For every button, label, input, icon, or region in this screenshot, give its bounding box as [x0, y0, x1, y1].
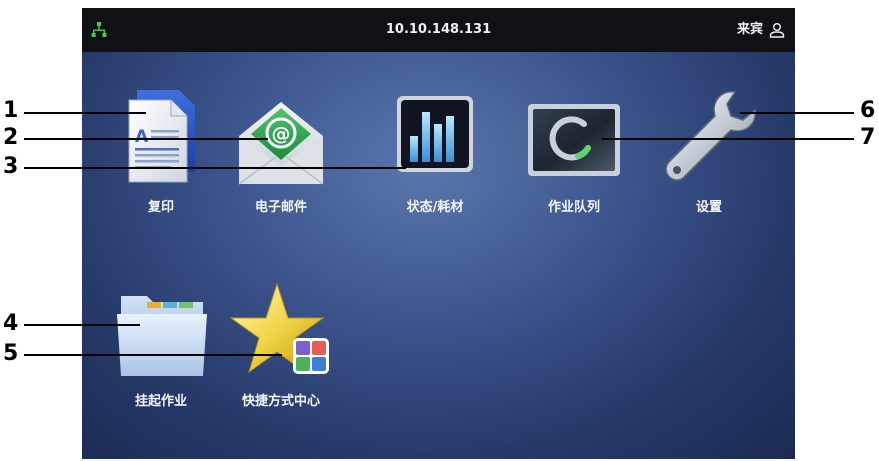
callout-leader-6	[740, 112, 854, 114]
app-label-shortcut-center: 快捷方式中心	[241, 394, 320, 409]
callout-number-4: 4	[3, 311, 19, 336]
callout-number-3: 3	[3, 154, 19, 179]
user-label: 来宾	[736, 22, 763, 37]
app-label-job-queue: 作业队列	[547, 200, 600, 215]
callout-number-7: 7	[860, 125, 876, 150]
held-jobs-folder-icon	[117, 296, 207, 376]
callout-leader-2	[24, 138, 268, 140]
printer-control-panel: 10.10.148.131 来宾 A 复印 @ 电子邮件 状态/耗材 作业队列 …	[82, 8, 795, 459]
copy-icon: A	[128, 90, 195, 183]
callout-leader-4	[24, 324, 140, 326]
annotated-screenshot: 10.10.148.131 来宾 A 复印 @ 电子邮件 状态/耗材 作业队列 …	[0, 0, 879, 461]
callout-number-5: 5	[3, 341, 19, 366]
callout-number-6: 6	[860, 98, 876, 123]
app-label-settings: 设置	[695, 200, 722, 215]
app-tile-shortcut-center[interactable]: 快捷方式中心	[221, 280, 341, 409]
app-label-copy: 复印	[147, 200, 174, 215]
email-icon: @	[238, 102, 324, 185]
user-icon[interactable]	[769, 22, 785, 38]
app-tile-email[interactable]: @ 电子邮件	[221, 86, 341, 215]
callout-leader-7	[602, 138, 854, 140]
svg-text:@: @	[272, 123, 291, 145]
app-tile-job-queue[interactable]: 作业队列	[514, 86, 634, 215]
callout-leader-3	[24, 167, 406, 169]
app-tile-held-jobs[interactable]: 挂起作业	[101, 280, 221, 409]
app-label-status-supplies: 状态/耗材	[406, 200, 464, 215]
svg-text:A: A	[135, 127, 149, 147]
app-label-email: 电子邮件	[254, 200, 307, 215]
app-tile-status-supplies[interactable]: 状态/耗材	[375, 86, 495, 215]
status-supplies-icon	[397, 96, 473, 172]
status-bar: 10.10.148.131 来宾	[82, 8, 795, 52]
sign-in-area[interactable]: 来宾	[737, 8, 785, 52]
app-tile-copy[interactable]: A 复印	[101, 86, 221, 215]
settings-wrench-icon	[665, 91, 756, 181]
shortcut-center-star-icon	[229, 282, 329, 374]
callout-number-2: 2	[3, 125, 19, 150]
ip-address: 10.10.148.131	[385, 22, 492, 37]
app-tile-settings[interactable]: 设置	[649, 86, 769, 215]
callout-leader-1	[24, 112, 146, 114]
app-label-held-jobs: 挂起作业	[134, 394, 187, 409]
job-queue-icon	[528, 104, 620, 176]
callout-leader-5	[24, 354, 282, 356]
callout-number-1: 1	[3, 98, 19, 123]
